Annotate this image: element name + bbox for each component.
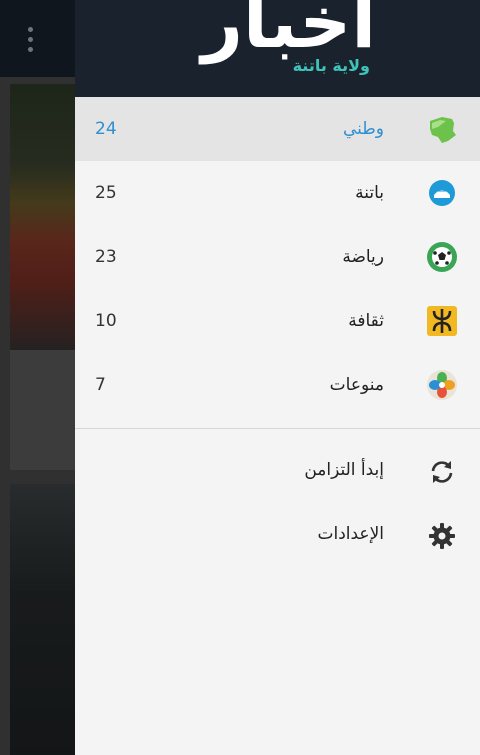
category-count: 10 [95, 311, 117, 331]
category-item-sports[interactable]: 23 رياضة [75, 225, 480, 289]
category-label: ثقافة [348, 311, 384, 331]
app-logo: أخبار [201, 0, 378, 64]
category-label: رياضة [342, 247, 384, 267]
category-list: 24 وطني 25 باتنة 23 رياضة 10 ثقافة 7 منو… [75, 97, 480, 417]
settings-gear-icon [429, 523, 455, 549]
category-item-national[interactable]: 24 وطني [75, 97, 480, 161]
category-count: 23 [95, 247, 117, 267]
category-count: 24 [95, 119, 117, 139]
misc-flower-icon [427, 370, 457, 400]
category-item-misc[interactable]: 7 منوعات [75, 353, 480, 417]
amazigh-symbol-icon [427, 306, 457, 336]
settings-label: الإعدادات [317, 524, 384, 544]
logo-subtitle: ولاية باتنة [292, 56, 370, 75]
sync-label: إبدأ التزامن [304, 460, 384, 480]
drawer-header: أخبار ولاية باتنة [75, 0, 480, 97]
batna-icon [429, 180, 455, 206]
navigation-drawer: أخبار ولاية باتنة 24 وطني 25 باتنة 23 ري… [75, 0, 480, 755]
category-count: 7 [95, 375, 106, 395]
category-item-culture[interactable]: 10 ثقافة [75, 289, 480, 353]
sync-icon [431, 461, 453, 483]
sync-button[interactable]: إبدأ التزامن [75, 440, 480, 504]
settings-button[interactable]: الإعدادات [75, 504, 480, 568]
soccer-ball-icon [427, 242, 457, 272]
category-label: باتنة [355, 183, 384, 203]
action-list: إبدأ التزامن الإعدادات [75, 440, 480, 568]
category-item-batna[interactable]: 25 باتنة [75, 161, 480, 225]
drawer-divider [75, 428, 480, 429]
category-label: وطني [342, 119, 384, 139]
category-label: منوعات [329, 375, 384, 395]
category-count: 25 [95, 183, 117, 203]
algeria-map-icon [430, 117, 456, 143]
